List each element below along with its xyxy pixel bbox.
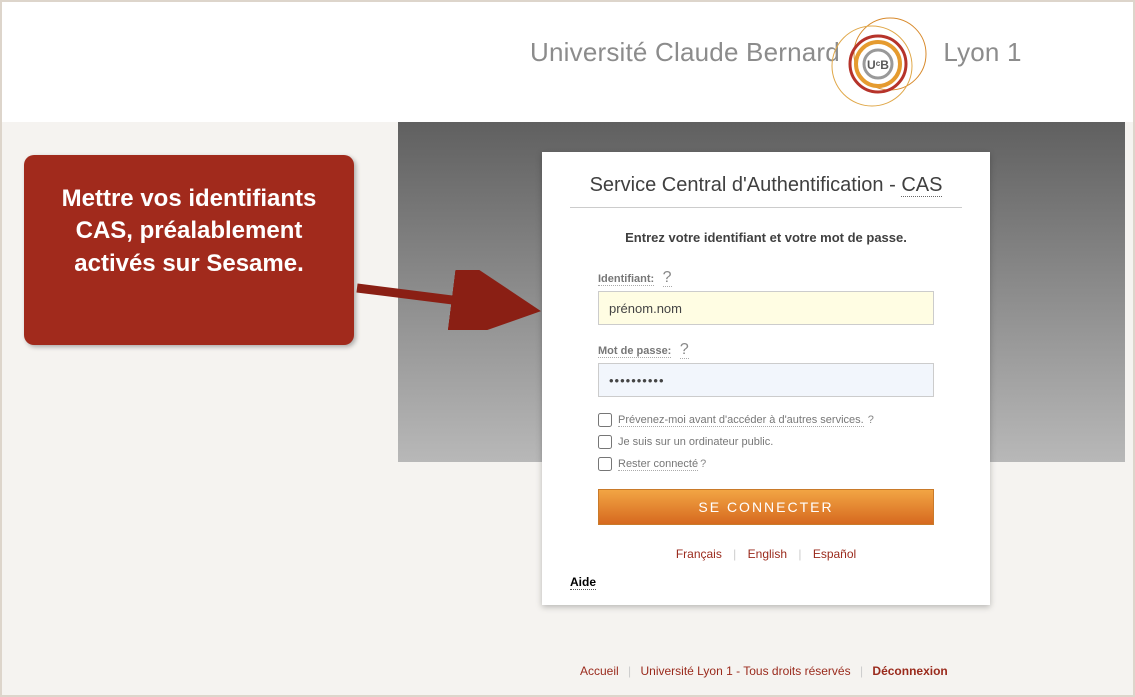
lang-fr-link[interactable]: Français	[676, 547, 722, 561]
lang-en-link[interactable]: English	[748, 547, 787, 561]
brand-right: Lyon 1	[943, 37, 1021, 67]
public-computer-checkbox-row[interactable]: Je suis sur un ordinateur public.	[598, 435, 934, 449]
remember-label: Rester connecté	[618, 458, 698, 471]
footer-links: Accueil | Université Lyon 1 - Tous droit…	[576, 664, 952, 678]
language-row: Français | English | Español	[598, 547, 934, 561]
remember-checkbox[interactable]	[598, 457, 612, 471]
brand-left: Université Claude Bernard	[530, 37, 840, 67]
public-computer-label: Je suis sur un ordinateur public.	[618, 436, 773, 448]
footer-rights-link[interactable]: Université Lyon 1 - Tous droits réservés	[641, 664, 851, 678]
svg-text:UᶜB: UᶜB	[867, 58, 889, 72]
brand-text: Université Claude Bernard Lyon 1	[530, 37, 1022, 68]
cas-abbr: CAS	[901, 174, 942, 197]
warn-checkbox-label: Prévenez-moi avant d'accéder à d'autres …	[618, 414, 864, 427]
login-card: Service Central d'Authentification - CAS…	[542, 152, 990, 605]
password-input[interactable]	[598, 363, 934, 397]
username-label: Identifiant:	[598, 273, 654, 286]
footer-logout-link[interactable]: Déconnexion	[872, 664, 947, 678]
remember-help-icon[interactable]: ?	[700, 458, 706, 470]
public-computer-checkbox[interactable]	[598, 435, 612, 449]
header-band: Université Claude Bernard Lyon 1 UᶜB	[2, 2, 1133, 122]
remember-checkbox-row[interactable]: Rester connecté ?	[598, 457, 934, 471]
warn-help-icon[interactable]: ?	[868, 414, 874, 426]
instruction-callout: Mettre vos identifiants CAS, préalableme…	[24, 155, 354, 345]
service-title: Service Central d'Authentification - CAS	[570, 174, 962, 208]
submit-button[interactable]: SE CONNECTER	[598, 489, 934, 525]
arrow-icon	[352, 270, 552, 330]
password-help-icon[interactable]: ?	[680, 341, 689, 359]
lang-es-link[interactable]: Español	[813, 547, 856, 561]
callout-text: Mettre vos identifiants CAS, préalableme…	[62, 185, 317, 277]
username-input[interactable]	[598, 291, 934, 325]
footer-home-link[interactable]: Accueil	[580, 664, 619, 678]
help-link[interactable]: Aide	[570, 575, 596, 590]
instruction-text: Entrez votre identifiant et votre mot de…	[570, 230, 962, 245]
warn-checkbox[interactable]	[598, 413, 612, 427]
password-label: Mot de passe:	[598, 345, 671, 358]
university-logo-icon: UᶜB	[828, 14, 928, 114]
username-help-icon[interactable]: ?	[663, 269, 672, 287]
warn-checkbox-row[interactable]: Prévenez-moi avant d'accéder à d'autres …	[598, 413, 934, 427]
